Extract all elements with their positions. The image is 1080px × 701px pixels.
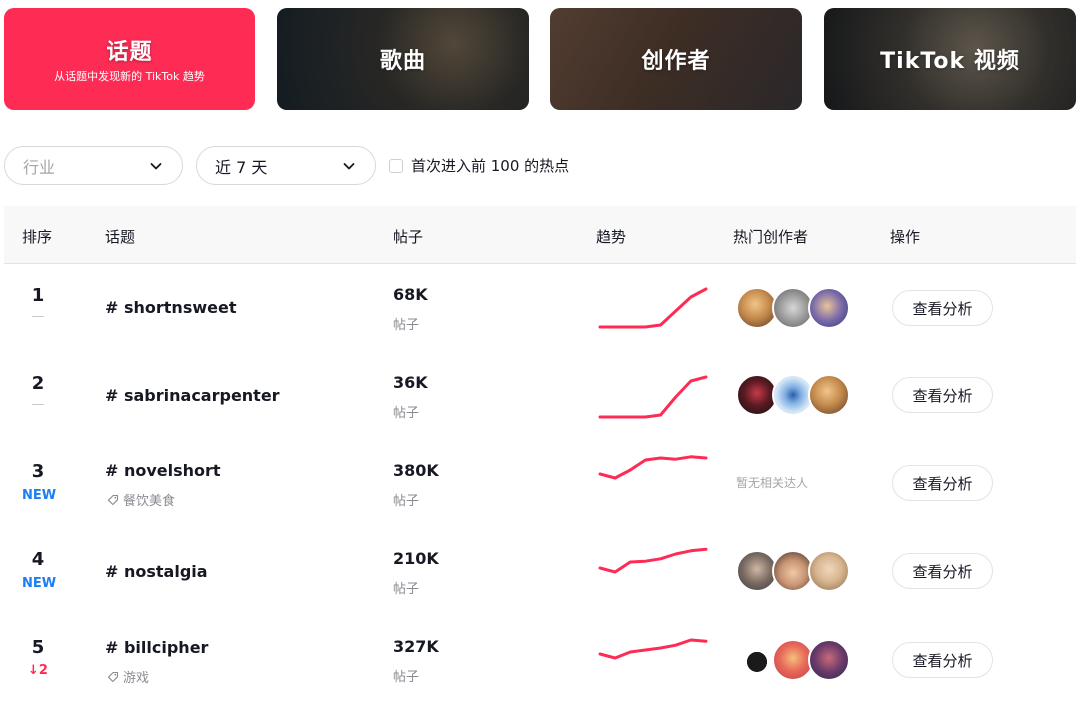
header-creators: 热门创作者	[733, 228, 809, 246]
posts-count: 210K	[393, 549, 439, 568]
hashtag-name[interactable]: # billcipher	[105, 638, 208, 657]
trend-sparkline	[598, 547, 708, 574]
rank-change: ↓2	[28, 663, 48, 678]
header-posts: 帖子	[393, 228, 424, 246]
category-card-title: 歌曲	[379, 49, 426, 74]
chevron-down-icon	[150, 162, 162, 169]
category-card-songs[interactable]: 歌曲	[277, 8, 529, 110]
posts-label: 帖子	[393, 582, 420, 597]
posts-label: 帖子	[393, 670, 420, 685]
table-row: 4 NEW # nostalgia 210K 帖子 查看分析	[4, 528, 1076, 616]
posts-label: 帖子	[393, 318, 420, 333]
industry-name: 餐饮美食	[123, 494, 176, 509]
view-analysis-button[interactable]: 查看分析	[892, 642, 993, 678]
top-creators	[736, 287, 856, 329]
tag-icon	[107, 671, 119, 682]
table-row: 3 NEW # novelshort 餐饮美食 380K 帖子 暂无相关达人 查…	[4, 440, 1076, 528]
trend-line	[598, 287, 708, 329]
table-header: 排序 话题 帖子 趋势 热门创作者 操作	[4, 206, 1076, 264]
new-to-top100-checkbox[interactable]	[389, 158, 403, 173]
industry-label: 游戏	[107, 667, 149, 686]
tag-icon	[107, 494, 119, 505]
hashtag-name[interactable]: # novelshort	[105, 461, 221, 480]
rank-number: 4	[31, 549, 45, 570]
view-analysis-button[interactable]: 查看分析	[892, 465, 993, 501]
rank-change: NEW	[22, 488, 57, 503]
header-trend: 趋势	[596, 228, 627, 246]
rank-change: —	[31, 309, 45, 324]
industry-select-placeholder: 行业	[23, 157, 56, 177]
category-cards: 话题 从话题中发现新的 TikTok 趋势 歌曲 创作者 TikTok 视频	[4, 8, 1076, 110]
posts-label: 帖子	[393, 494, 420, 509]
new-to-top100-label: 首次进入前 100 的热点	[411, 157, 570, 175]
posts-label: 帖子	[393, 406, 420, 421]
trend-sparkline	[598, 638, 708, 660]
posts-count: 380K	[393, 461, 439, 480]
trend-line	[598, 547, 708, 574]
top-creators	[736, 550, 856, 592]
no-creator-text: 暂无相关达人	[736, 476, 809, 490]
industry-select[interactable]: 行业	[4, 146, 183, 185]
posts-count: 36K	[393, 373, 428, 392]
hashtag-name[interactable]: # nostalgia	[105, 562, 208, 581]
period-select[interactable]: 近 7 天	[196, 146, 376, 185]
category-card-title: TikTok 视频	[880, 49, 1020, 74]
creator-avatar[interactable]	[808, 374, 850, 416]
posts-count: 68K	[393, 285, 428, 304]
hashtag-name[interactable]: # sabrinacarpenter	[105, 386, 280, 405]
header-hashtag: 话题	[105, 228, 136, 246]
table-row: 1 — # shortnsweet 68K 帖子 查看分析	[4, 264, 1076, 352]
header-action: 操作	[890, 228, 921, 246]
top-creators	[736, 374, 856, 416]
view-analysis-button[interactable]: 查看分析	[892, 377, 993, 413]
trend-line	[598, 375, 708, 419]
industry-label: 餐饮美食	[107, 490, 175, 509]
table-row: 2 — # sabrinacarpenter 36K 帖子 查看分析	[4, 352, 1076, 440]
new-to-top100-filter[interactable]: 首次进入前 100 的热点	[389, 155, 569, 176]
industry-name: 游戏	[123, 671, 150, 686]
chevron-down-icon	[343, 162, 355, 169]
trend-sparkline	[598, 287, 708, 329]
category-card-title: 创作者	[641, 49, 711, 74]
posts-count: 327K	[393, 637, 439, 656]
creator-avatar[interactable]	[808, 639, 850, 681]
category-card-creators[interactable]: 创作者	[550, 8, 802, 110]
creator-avatar[interactable]	[808, 550, 850, 592]
trend-line	[598, 638, 708, 660]
view-analysis-button[interactable]: 查看分析	[892, 553, 993, 589]
category-card-videos[interactable]: TikTok 视频	[824, 8, 1076, 110]
rank-change: NEW	[22, 576, 57, 591]
rank-number: 2	[31, 373, 45, 394]
trend-sparkline	[598, 375, 708, 419]
view-analysis-button[interactable]: 查看分析	[892, 290, 993, 326]
creator-avatar[interactable]	[808, 287, 850, 329]
table-row: 5 ↓2 # billcipher 游戏 327K 帖子 查看分析	[4, 616, 1076, 701]
trend-line	[598, 455, 708, 480]
header-rank: 排序	[22, 228, 53, 246]
rank-number: 5	[31, 637, 45, 658]
category-card-subtitle: 从话题中发现新的 TikTok 趋势	[54, 70, 205, 83]
category-card-title: 话题	[106, 40, 153, 65]
hashtag-name[interactable]: # shortnsweet	[105, 298, 236, 317]
category-card-hashtags[interactable]: 话题 从话题中发现新的 TikTok 趋势	[4, 8, 255, 110]
rank-number: 3	[31, 461, 45, 482]
rank-number: 1	[31, 285, 45, 306]
rank-change: —	[31, 397, 45, 412]
top-creators	[736, 639, 856, 681]
trend-sparkline	[598, 455, 708, 480]
period-select-value: 近 7 天	[215, 157, 268, 177]
